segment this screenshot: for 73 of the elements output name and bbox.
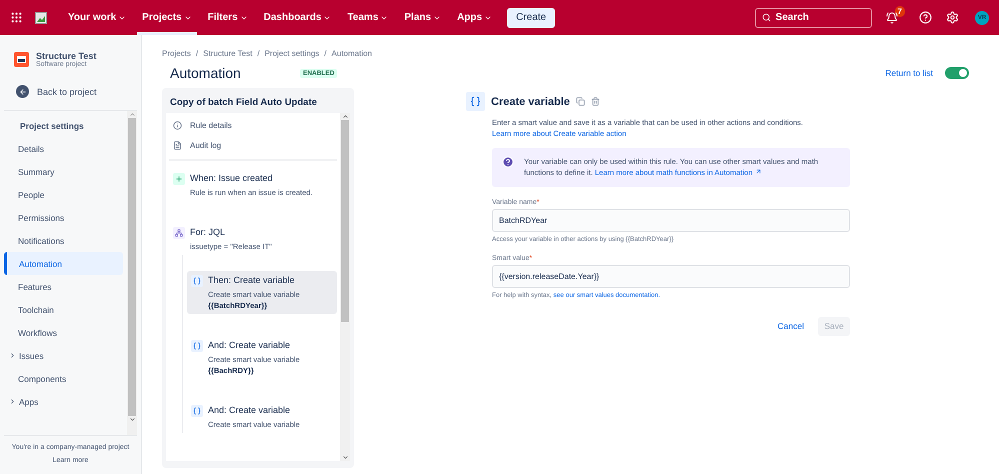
branch-icon	[173, 227, 185, 239]
chevron-right-icon	[9, 398, 16, 405]
nav-menu-button[interactable]: Apps	[452, 0, 498, 35]
search-placeholder: Search	[776, 12, 809, 23]
nav-menu-button[interactable]: Dashboards	[258, 0, 336, 35]
project-icon	[14, 52, 29, 67]
sidebar-item[interactable]: Workflows	[4, 321, 123, 344]
braces-icon	[191, 340, 203, 352]
sidebar-item[interactable]: Components	[4, 367, 123, 390]
help-icon[interactable]	[919, 11, 932, 24]
step-title: For: JQL	[190, 227, 226, 237]
chevron-right-icon	[9, 352, 16, 359]
step-title: And: Create variable	[208, 340, 292, 350]
create-button[interactable]: Create	[507, 8, 556, 28]
breadcrumb-link[interactable]: Project settings	[264, 49, 320, 58]
nav-menu-button[interactable]: Teams	[342, 0, 394, 35]
search-field[interactable]: Search	[754, 8, 872, 28]
scroll-down-icon[interactable]	[128, 416, 136, 424]
step-title: Then: Create variable	[208, 275, 296, 285]
braces-icon	[191, 275, 203, 287]
sidebar-item[interactable]: Details	[4, 137, 123, 160]
sidebar-item[interactable]: Toolchain	[4, 298, 123, 321]
nav-menu-button[interactable]: Plans	[399, 0, 446, 35]
sidebar-item[interactable]: Automation	[4, 252, 123, 275]
rule-toggle[interactable]	[945, 67, 969, 79]
plus-icon	[173, 173, 185, 185]
sidebar-item[interactable]: Notifications	[4, 229, 123, 252]
nav-menu-button[interactable]: Your work	[63, 0, 132, 35]
page-title: Automation	[170, 65, 242, 81]
broken-image-icon	[35, 12, 47, 24]
cancel-button[interactable]: Cancel	[770, 316, 812, 336]
breadcrumb-link[interactable]: Automation	[332, 49, 372, 58]
project-name: Structure Test	[36, 51, 96, 61]
info-icon	[173, 120, 182, 130]
braces-icon	[191, 405, 203, 417]
nav-menu-button[interactable]: Filters	[202, 0, 253, 35]
braces-icon	[466, 92, 485, 111]
scroll-up-icon[interactable]	[342, 113, 348, 120]
breadcrumb-link[interactable]: Projects	[162, 49, 191, 58]
scrollbar[interactable]	[127, 111, 137, 435]
text-input-field[interactable]: {{version.releaseDate.Year}}	[492, 264, 850, 288]
editor-title: Create variable	[491, 96, 570, 108]
breadcrumb-separator: /	[257, 49, 260, 58]
step-title: And: Create variable	[208, 405, 292, 415]
copy-icon[interactable]	[576, 97, 585, 106]
notification-count: 7	[894, 6, 905, 17]
sidebar-item[interactable]: Features	[4, 275, 123, 298]
sidebar-item[interactable]: Summary	[4, 160, 123, 183]
step-title: When: Issue created	[190, 173, 274, 183]
sidebar-item[interactable]: Apps	[4, 390, 123, 413]
sidebar-item[interactable]: Issues	[4, 344, 123, 367]
breadcrumb-separator: /	[196, 49, 198, 58]
section-title: Project settings	[19, 120, 85, 133]
trash-icon[interactable]	[590, 97, 600, 106]
sidebar-item[interactable]: Permissions	[4, 206, 123, 229]
document-icon	[173, 140, 182, 150]
back-to-project-button[interactable]: Back to project	[4, 78, 137, 111]
breadcrumb-separator: /	[324, 49, 327, 58]
breadcrumb-link[interactable]: Structure Test	[203, 49, 252, 58]
external-link-icon	[754, 168, 762, 176]
text-input-field[interactable]: BatchRDYear	[492, 208, 850, 232]
app-grid-icon[interactable]	[10, 11, 23, 24]
settings-icon[interactable]	[946, 11, 959, 24]
search-icon	[762, 13, 771, 22]
rule-menu-item[interactable]: Rule details	[169, 115, 337, 135]
scrollbar[interactable]	[340, 113, 350, 461]
scroll-down-icon[interactable]	[342, 454, 348, 461]
sidebar-item[interactable]: People	[4, 183, 123, 206]
rule-menu-item[interactable]: Audit log	[169, 135, 337, 155]
help-icon	[502, 156, 514, 168]
rule-title: Copy of batch Field Auto Update	[169, 96, 318, 110]
notifications-icon[interactable]	[886, 12, 898, 24]
return-to-list-link[interactable]: Return to list	[885, 68, 933, 78]
